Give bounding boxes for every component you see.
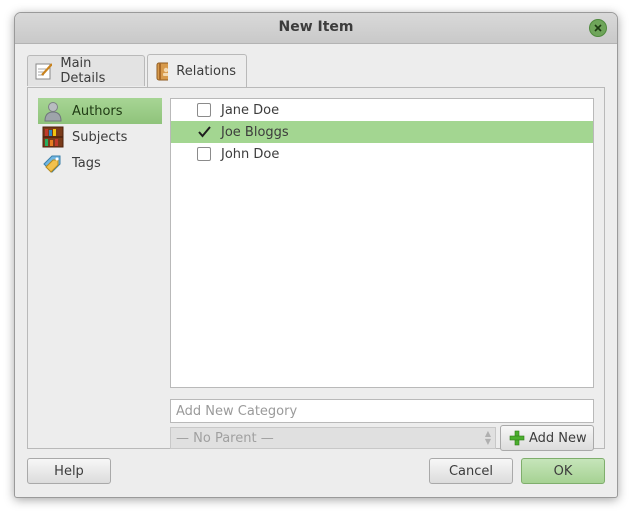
bookshelf-icon xyxy=(42,126,64,148)
add-new-button[interactable]: Add New xyxy=(500,425,594,451)
list-item-label: Jane Doe xyxy=(221,102,280,118)
edit-document-icon xyxy=(35,63,53,80)
help-button[interactable]: Help xyxy=(27,458,111,484)
help-label: Help xyxy=(54,463,84,479)
sidebar-item-subjects[interactable]: Subjects xyxy=(38,124,162,150)
close-button[interactable] xyxy=(589,19,607,37)
tab-relations[interactable]: Relations xyxy=(147,54,247,87)
sidebar-item-authors[interactable]: Authors xyxy=(38,98,162,124)
checkbox[interactable] xyxy=(197,103,211,117)
list-item[interactable]: Jane Doe xyxy=(171,99,593,121)
list-item-label: Joe Bloggs xyxy=(221,124,289,140)
tab-main-details[interactable]: Main Details xyxy=(27,55,145,86)
checkbox[interactable] xyxy=(197,125,211,139)
ok-label: OK xyxy=(553,463,573,479)
list-item-label: John Doe xyxy=(221,146,280,162)
authors-list: Jane Doe Joe Bloggs John Doe xyxy=(170,98,594,388)
list-item[interactable]: John Doe xyxy=(171,143,593,165)
sidebar-item-label: Subjects xyxy=(72,129,128,145)
dialog-window: New Item Main Details Relations Authors … xyxy=(14,12,618,498)
title-bar[interactable]: New Item xyxy=(15,13,617,44)
add-new-label: Add New xyxy=(529,430,587,446)
person-icon xyxy=(44,102,62,122)
list-item[interactable]: Joe Bloggs xyxy=(171,121,593,143)
cancel-label: Cancel xyxy=(448,463,494,479)
sidebar-item-tags[interactable]: Tags xyxy=(38,150,162,176)
parent-select[interactable]: — No Parent — ▲ ▼ xyxy=(170,427,496,449)
relations-panel: Authors Subjects Tags Jane Doe Joe Blogg… xyxy=(27,87,605,451)
checkbox[interactable] xyxy=(197,147,211,161)
tab-label: Main Details xyxy=(60,56,106,86)
close-icon xyxy=(594,24,602,32)
window-title: New Item xyxy=(278,19,354,35)
spin-arrows-icon: ▲ ▼ xyxy=(484,429,491,446)
ok-button[interactable]: OK xyxy=(521,458,605,484)
category-sidebar: Authors Subjects Tags xyxy=(38,98,162,176)
address-book-icon xyxy=(156,62,169,81)
tab-label: Relations xyxy=(176,63,236,79)
plus-icon xyxy=(509,430,525,446)
parent-select-value: — No Parent — xyxy=(176,430,274,446)
checkmark-icon xyxy=(198,126,211,138)
tag-icon xyxy=(43,155,61,173)
sidebar-item-label: Tags xyxy=(72,155,101,171)
cancel-button[interactable]: Cancel xyxy=(429,458,513,484)
new-category-input[interactable] xyxy=(170,399,594,423)
sidebar-item-label: Authors xyxy=(72,103,123,119)
